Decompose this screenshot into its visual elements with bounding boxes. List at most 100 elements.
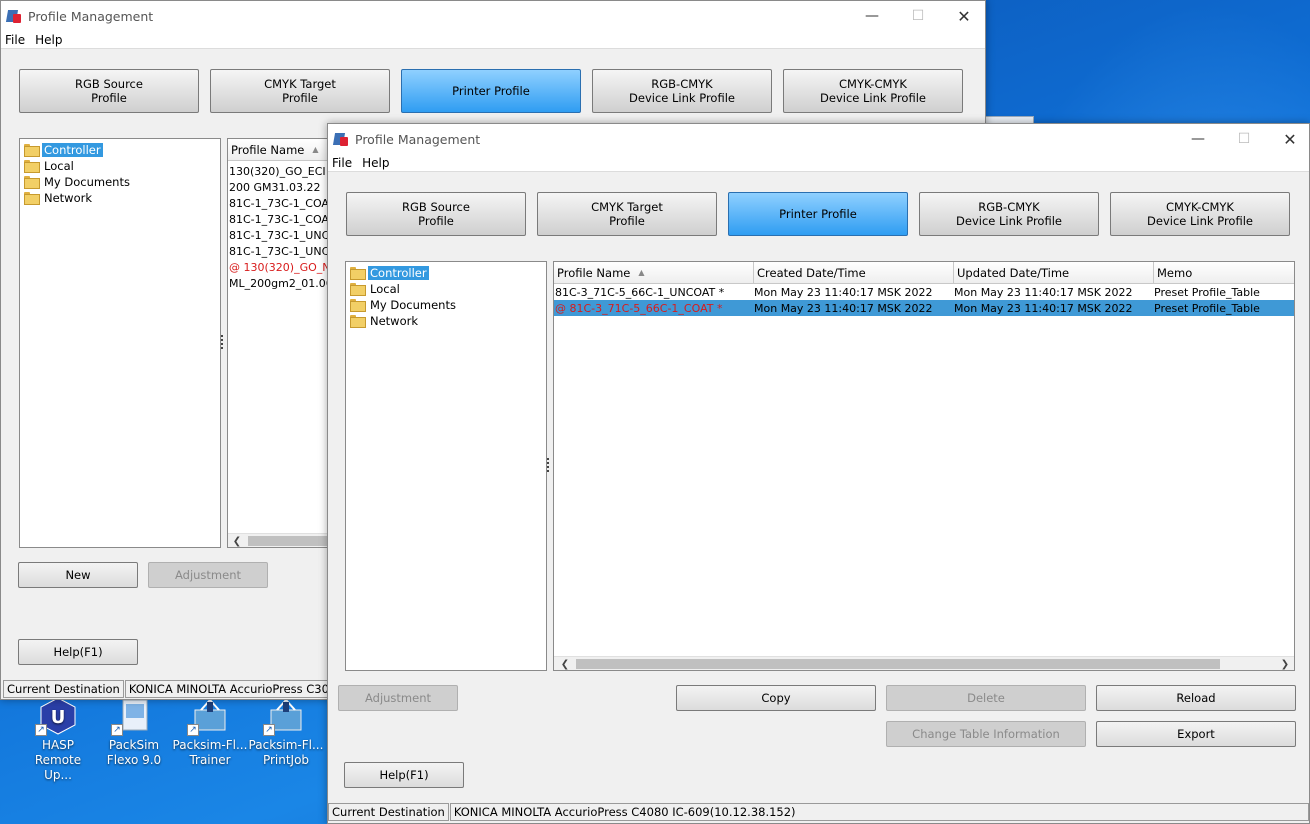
splitter-handle[interactable] <box>547 458 549 472</box>
svg-text:U: U <box>51 707 66 728</box>
desktop-icon-packsim[interactable]: ↗ PackSim Flexo 9.0 <box>96 696 172 768</box>
new-button[interactable]: New <box>18 562 138 588</box>
desktop-icon-label: Trainer <box>189 753 231 767</box>
scroll-left-icon[interactable]: ❮ <box>230 534 244 547</box>
list-item[interactable]: 81C-1_73C-1_UNCO <box>228 243 336 259</box>
folder-icon <box>350 315 366 328</box>
list-item[interactable]: @ 130(320)_GO_Ne <box>228 259 336 275</box>
adjustment-button[interactable]: Adjustment <box>338 685 458 711</box>
list-item[interactable]: 81C-1_73C-1_COAT <box>228 195 336 211</box>
tree-item-controller[interactable]: Controller <box>350 265 429 280</box>
shortcut-arrow-icon: ↗ <box>111 724 123 736</box>
status-bar: Current Destination KONICA MINOLTA Accur… <box>328 802 1309 822</box>
tab-cmyk-cmyk-device-link[interactable]: CMYK-CMYK Device Link Profile <box>783 69 963 113</box>
tree-item-local[interactable]: Local <box>350 281 402 296</box>
table-row[interactable]: @ 81C-3_71C-5_66C-1_COAT * Mon May 23 11… <box>554 300 1294 316</box>
column-header-profile-name[interactable]: Profile Name ▲ <box>228 139 336 161</box>
folder-icon <box>350 267 366 280</box>
close-icon[interactable]: ✕ <box>941 1 987 31</box>
tab-printer-profile[interactable]: Printer Profile <box>728 192 908 236</box>
title-bar: Profile Management — ☐ ✕ <box>328 124 1309 154</box>
scroll-right-icon[interactable]: ❯ <box>1278 657 1292 670</box>
tree-item-controller[interactable]: Controller <box>24 142 103 157</box>
folder-icon <box>350 283 366 296</box>
tab-cmyk-target-profile[interactable]: CMYK Target Profile <box>537 192 717 236</box>
menu-file[interactable]: File <box>1 33 31 47</box>
desktop-icon-label: Remote Up... <box>34 753 82 782</box>
desktop-icon-packsim-trainer[interactable]: ↗ Packsim-Fl... Trainer <box>172 696 248 768</box>
tree-item-network[interactable]: Network <box>24 190 94 205</box>
tab-rgb-source-profile[interactable]: RGB Source Profile <box>19 69 199 113</box>
tab-rgb-cmyk-device-link[interactable]: RGB-CMYK Device Link Profile <box>592 69 772 113</box>
window-title: Profile Management <box>355 131 481 147</box>
tab-rgb-cmyk-device-link[interactable]: RGB-CMYK Device Link Profile <box>919 192 1099 236</box>
minimize-icon[interactable]: — <box>1175 124 1221 154</box>
scroll-thumb[interactable] <box>576 659 1220 669</box>
horizontal-scrollbar[interactable]: ❮ <box>228 533 336 547</box>
window-title: Profile Management <box>28 8 154 24</box>
menu-help[interactable]: Help <box>31 33 68 47</box>
desktop-icon-packsim-printjob[interactable]: ↗ Packsim-Fl... PrintJob <box>248 696 324 768</box>
tree-item-network[interactable]: Network <box>350 313 420 328</box>
list-item[interactable]: 130(320)_GO_ECI 20 <box>228 163 336 179</box>
packsim-trainer-icon: ↗ <box>187 696 233 736</box>
shortcut-arrow-icon: ↗ <box>187 724 199 736</box>
tree-item-my-documents[interactable]: My Documents <box>350 297 458 312</box>
help-button[interactable]: Help(F1) <box>344 762 464 788</box>
help-button[interactable]: Help(F1) <box>18 639 138 665</box>
splitter-handle[interactable] <box>221 335 223 349</box>
column-header-memo[interactable]: Memo <box>1154 262 1294 284</box>
minimize-icon[interactable]: — <box>849 1 895 31</box>
folder-icon <box>24 160 40 173</box>
delete-button[interactable]: Delete <box>886 685 1086 711</box>
packsim-icon: ↗ <box>111 696 157 736</box>
tree-item-my-documents[interactable]: My Documents <box>24 174 132 189</box>
profile-management-window-front: Profile Management — ☐ ✕ File Help RGB S… <box>327 123 1310 824</box>
profile-list: Profile Name ▲ 130(320)_GO_ECI 20 200 GM3… <box>227 138 337 548</box>
column-header-created[interactable]: Created Date/Time <box>754 262 954 284</box>
scroll-thumb[interactable] <box>248 536 336 546</box>
tab-rgb-source-profile[interactable]: RGB Source Profile <box>346 192 526 236</box>
reload-button[interactable]: Reload <box>1096 685 1296 711</box>
cell-updated: Mon May 23 11:40:17 MSK 2022 <box>954 301 1133 315</box>
change-table-information-button[interactable]: Change Table Information <box>886 721 1086 747</box>
menu-bar: File Help <box>1 31 985 49</box>
scroll-left-icon[interactable]: ❮ <box>558 657 572 670</box>
column-header-profile-name[interactable]: Profile Name ▲ <box>554 262 754 284</box>
column-header-updated[interactable]: Updated Date/Time <box>954 262 1154 284</box>
shortcut-arrow-icon: ↗ <box>263 724 275 736</box>
tree-item-local[interactable]: Local <box>24 158 76 173</box>
list-item[interactable]: ML_200gm2_01.06.2 <box>228 275 336 291</box>
folder-tree: Controller Local My Documents Network <box>345 261 547 671</box>
horizontal-scrollbar[interactable]: ❮ ❯ <box>554 656 1294 670</box>
table-row[interactable]: 81C-3_71C-5_66C-1_UNCOAT * Mon May 23 11… <box>554 284 1294 300</box>
hasp-u-icon: U ↗ <box>35 696 81 736</box>
export-button[interactable]: Export <box>1096 721 1296 747</box>
tab-printer-profile[interactable]: Printer Profile <box>401 69 581 113</box>
cell-created: Mon May 23 11:40:17 MSK 2022 <box>754 301 933 315</box>
menu-help[interactable]: Help <box>358 156 395 170</box>
tab-cmyk-cmyk-device-link[interactable]: CMYK-CMYK Device Link Profile <box>1110 192 1290 236</box>
folder-icon <box>24 176 40 189</box>
copy-button[interactable]: Copy <box>676 685 876 711</box>
app-icon <box>5 8 22 24</box>
maximize-icon[interactable]: ☐ <box>895 1 941 31</box>
list-item[interactable]: 200 GM31.03.22 <box>228 179 336 195</box>
cell-memo: Preset Profile_Table <box>1154 301 1260 315</box>
menu-bar: File Help <box>328 154 1309 172</box>
menu-file[interactable]: File <box>328 156 358 170</box>
shortcut-arrow-icon: ↗ <box>35 724 47 736</box>
sort-arrow-icon: ▲ <box>638 268 645 277</box>
desktop-icon-label: Packsim-Fl... <box>172 738 248 752</box>
adjustment-button[interactable]: Adjustment <box>148 562 268 588</box>
sort-arrow-icon: ▲ <box>312 145 319 154</box>
cell-memo: Preset Profile_Table <box>1154 285 1260 299</box>
desktop-icon-hasp[interactable]: U ↗ HASP Remote Up... <box>20 696 96 783</box>
list-item[interactable]: 81C-1_73C-1_COAT_ <box>228 211 336 227</box>
close-icon[interactable]: ✕ <box>1267 124 1310 154</box>
tab-cmyk-target-profile[interactable]: CMYK Target Profile <box>210 69 390 113</box>
list-item[interactable]: 81C-1_73C-1_UNCOA <box>228 227 336 243</box>
desktop-icon-label: PackSim <box>108 738 160 752</box>
status-destination: KONICA MINOLTA AccurioPress C4080 IC-609… <box>449 803 1309 821</box>
maximize-icon[interactable]: ☐ <box>1221 124 1267 154</box>
